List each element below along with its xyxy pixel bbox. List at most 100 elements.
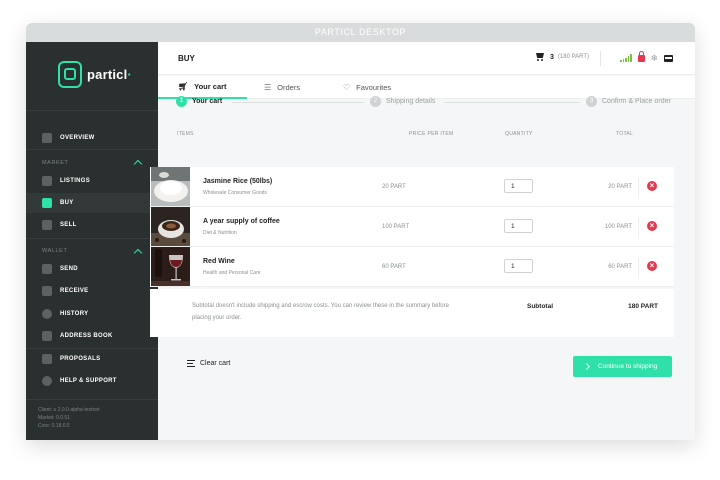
item-total: 100 PART <box>604 224 632 230</box>
header-divider <box>600 51 601 66</box>
column-divider <box>638 257 639 277</box>
sidebar-item-overview[interactable]: OVERVIEW <box>26 128 158 148</box>
receive-icon <box>42 286 52 296</box>
tab-label: Orders <box>277 83 301 92</box>
continue-to-shipping-button[interactable]: Continue to shipping <box>573 356 672 377</box>
window-title: PARTICL DESKTOP <box>26 23 695 42</box>
cart-row: Red Wine Health and Personal Care 60 PAR… <box>150 247 674 287</box>
lock-icon[interactable] <box>637 51 645 62</box>
tab-orders[interactable]: ☰ Orders <box>244 76 320 99</box>
cart-row: A year supply of coffee Diet & Nutrition… <box>150 207 674 247</box>
sidebar-item-label: RECEIVE <box>60 288 89 294</box>
item-total: 60 PART <box>608 264 632 270</box>
store-icon <box>42 220 52 230</box>
sidebar-item-send[interactable]: SEND <box>26 259 158 279</box>
particl-logo-icon <box>58 60 82 88</box>
step-number: 2 <box>370 96 381 107</box>
item-price: 60 PART <box>382 264 406 270</box>
quantity-input[interactable] <box>504 259 533 273</box>
wallet-icon[interactable] <box>664 55 674 62</box>
snowflake-icon[interactable]: ❄ <box>651 54 659 63</box>
sidebar-item-label: BUY <box>60 200 74 206</box>
column-header-items: ITEMS <box>177 131 194 137</box>
list-icon: ☰ <box>264 83 272 92</box>
core-version: Core: 0.18.0.5 <box>38 423 70 429</box>
cart-summary[interactable]: 3 (180 PART) <box>535 53 589 61</box>
item-name[interactable]: Red Wine <box>203 258 235 265</box>
step-label: Your cart <box>192 98 223 105</box>
sidebar-item-proposals[interactable]: PROPOSALS <box>26 349 158 369</box>
wine-image <box>151 247 190 286</box>
step-connector <box>444 102 580 103</box>
sidebar-item-label: SEND <box>60 266 78 272</box>
item-name[interactable]: Jasmine Rice (50lbs) <box>203 178 272 185</box>
client-version: Client: ≥ 2.0.0-alpha-testnet <box>38 407 100 413</box>
section-title-wallet: WALLET <box>42 248 68 254</box>
continue-label: Continue to shipping <box>598 363 658 370</box>
sidebar-item-label: LISTINGS <box>60 178 91 184</box>
step-your-cart: 1 Your cart <box>176 96 222 107</box>
step-label: Shipping details <box>386 98 436 105</box>
tab-label: Favourites <box>356 83 392 92</box>
cart-icon: 🛒︎ <box>178 82 189 91</box>
history-icon <box>42 309 52 319</box>
signal-icon[interactable] <box>620 54 632 62</box>
subtotal-note: Subtotal doesn't include shipping and es… <box>192 303 449 321</box>
item-total: 20 PART <box>608 184 632 190</box>
listings-icon <box>42 176 52 186</box>
shopping-bag-icon <box>42 198 52 208</box>
help-icon <box>42 376 52 386</box>
page-title: BUY <box>178 54 195 63</box>
remove-item-icon[interactable]: × <box>647 261 657 271</box>
cart-count: 3 <box>550 53 554 61</box>
clear-cart-label: Clear cart <box>200 360 231 367</box>
column-header-quantity: QUANTITY <box>505 131 533 137</box>
sidebar-item-help-support[interactable]: HELP & SUPPORT <box>26 371 158 391</box>
step-shipping-details: 2 Shipping details <box>370 96 435 107</box>
tab-label: Your cart <box>194 82 227 91</box>
clear-list-icon <box>187 360 195 367</box>
particl-logo[interactable]: particl · <box>58 59 132 89</box>
sidebar-item-label: PROPOSALS <box>60 356 101 362</box>
column-divider <box>638 177 639 197</box>
clear-cart-button[interactable]: Clear cart <box>187 360 230 367</box>
subtotal-value: 180 PART <box>628 303 658 310</box>
sidebar-divider <box>26 238 158 239</box>
megaphone-icon <box>42 354 52 364</box>
cart-total: (180 PART) <box>557 54 590 60</box>
step-number: 3 <box>586 96 597 107</box>
subtotal-label: Subtotal <box>527 303 553 310</box>
remove-item-icon[interactable]: × <box>647 221 657 231</box>
logo-dot: · <box>127 66 132 82</box>
sidebar-item-listings[interactable]: LISTINGS <box>26 171 158 191</box>
send-icon <box>42 264 52 274</box>
grid-icon <box>42 133 52 143</box>
item-price: 100 PART <box>382 224 410 230</box>
sidebar-item-sell[interactable]: SELL <box>26 215 158 235</box>
quantity-input[interactable] <box>504 179 533 193</box>
sidebar-item-receive[interactable]: RECEIVE <box>26 281 158 301</box>
sidebar: particl · OVERVIEW MARKET LISTINGS BUY SE… <box>26 42 158 440</box>
cart-summary-panel: Subtotal doesn't include shipping and es… <box>150 289 674 337</box>
cart-row: Jasmine Rice (50lbs) Wholesale Consumer … <box>150 167 674 207</box>
item-category: Health and Personal Care <box>203 270 261 276</box>
logo-text: particl <box>87 66 128 82</box>
column-header-total: TOTAL <box>616 131 634 137</box>
column-divider <box>638 217 639 237</box>
chevron-up-icon[interactable] <box>133 159 143 169</box>
sidebar-item-label: HELP & SUPPORT <box>60 378 117 384</box>
chevron-up-icon[interactable] <box>133 248 143 258</box>
sidebar-item-history[interactable]: HISTORY <box>26 304 158 324</box>
quantity-input[interactable] <box>504 219 533 233</box>
heart-icon: ♡ <box>343 83 351 92</box>
sidebar-item-address-book[interactable]: ADDRESS BOOK <box>26 326 158 346</box>
version-info: Client: ≥ 2.0.0-alpha-testnet Market: 0.… <box>38 406 99 430</box>
item-name[interactable]: A year supply of coffee <box>203 218 280 225</box>
step-number: 1 <box>176 96 187 107</box>
status-icons: ❄ <box>620 51 674 63</box>
sidebar-item-buy[interactable]: BUY <box>26 193 158 213</box>
sidebar-item-label: SELL <box>60 222 77 228</box>
sidebar-divider <box>26 149 158 150</box>
cart-icon <box>535 53 545 61</box>
remove-item-icon[interactable]: × <box>647 181 657 191</box>
